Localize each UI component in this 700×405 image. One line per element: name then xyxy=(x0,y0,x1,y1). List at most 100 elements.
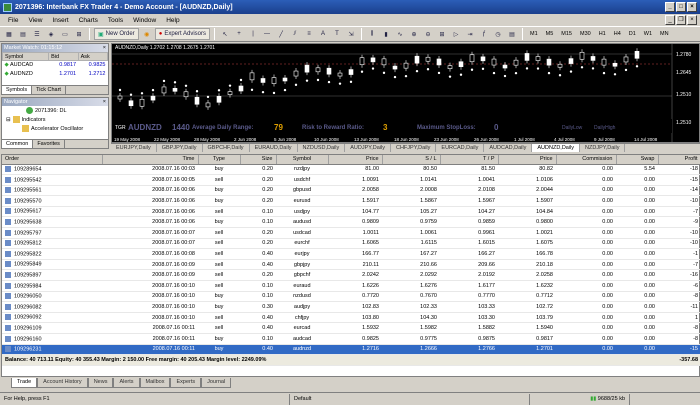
order-row[interactable]: 109296050 2008.07.16 00:10 buy 0.10 nzdusd 0.… xyxy=(2,291,700,303)
menu-window[interactable]: Window xyxy=(128,17,161,24)
order-row[interactable]: 109296092 2008.07.16 00:10 sell 0.40 chfjpy 1… xyxy=(2,312,700,324)
navigator-indicators[interactable]: ⊟ Indicators xyxy=(2,115,108,124)
order-row[interactable]: 109295897 2008.07.16 00:09 sell 0.20 gbpchf 2… xyxy=(2,269,700,282)
cursor-icon[interactable]: ↖ xyxy=(219,28,231,40)
timeframe-h4[interactable]: H4 xyxy=(611,31,624,37)
menu-view[interactable]: View xyxy=(23,17,47,24)
column-header[interactable]: Swap xyxy=(616,155,659,165)
terminal-tab[interactable]: Experts xyxy=(170,378,202,388)
label-icon[interactable]: T xyxy=(331,28,343,40)
minimize-icon[interactable]: _ xyxy=(665,2,675,12)
timeframe-m30[interactable]: M30 xyxy=(577,31,594,37)
menu-charts[interactable]: Charts xyxy=(74,17,103,24)
order-row[interactable]: 109295822 2008.07.16 00:08 sell 0.40 eurjpy 1… xyxy=(2,248,700,260)
chart-tab[interactable]: AUDJPY,Daily xyxy=(345,144,391,152)
order-row[interactable]: 109296109 2008.07.16 00:11 sell 0.40 eurcad 1… xyxy=(2,322,700,334)
tab-favorites[interactable]: Favorites xyxy=(33,140,65,148)
text-icon[interactable]: A xyxy=(317,28,329,40)
timeframe-m15[interactable]: M15 xyxy=(558,31,575,37)
periods-icon[interactable]: ◷ xyxy=(492,28,504,40)
new-chart-icon[interactable]: ▦ xyxy=(3,28,15,40)
arrows-icon[interactable]: ⇲ xyxy=(345,28,357,40)
autoscroll-icon[interactable]: ▷ xyxy=(450,28,462,40)
column-header[interactable]: Time xyxy=(102,155,199,165)
tile-icon[interactable]: ⊞ xyxy=(436,28,448,40)
market-row[interactable]: ◆ AUDNZD 1.2701 1.2712 xyxy=(3,70,108,79)
mdi-minimize-icon[interactable]: _ xyxy=(665,15,675,25)
zoom-in-icon[interactable]: ⊕ xyxy=(408,28,420,40)
tab-tick-chart[interactable]: Tick Chart xyxy=(32,86,66,94)
order-row[interactable]: 109295797 2008.07.16 00:07 sell 0.20 usdcad 1… xyxy=(2,227,700,239)
terminal-tab[interactable]: News xyxy=(87,378,114,388)
timeframe-m5[interactable]: M5 xyxy=(543,31,557,37)
mdi-restore-icon[interactable]: ❐ xyxy=(676,15,686,25)
templates-icon[interactable]: ▤ xyxy=(506,28,518,40)
price-chart[interactable]: AUDNZD,Daily 1.2702 1.2708 1.2675 1.2701… xyxy=(111,43,700,143)
column-header[interactable]: Type xyxy=(198,155,241,165)
navigator-accelerator[interactable]: Accelerator Oscillator xyxy=(2,124,108,133)
mdi-close-icon[interactable]: × xyxy=(687,15,697,25)
horizontal-line-icon[interactable]: — xyxy=(261,28,273,40)
timeframe-mn[interactable]: MN xyxy=(657,31,672,37)
terminal-tab[interactable]: Mailbox xyxy=(139,378,171,388)
order-row[interactable]: 109296231 2008.07.16 00:11 buy 0.40 audnzd 1.… xyxy=(2,344,700,356)
order-row[interactable]: 109296160 2008.07.16 00:11 buy 0.10 audcad 0.… xyxy=(2,333,700,345)
menu-help[interactable]: Help xyxy=(161,17,184,24)
column-header[interactable]: Price xyxy=(498,155,557,165)
order-row[interactable]: 109295617 2008.07.16 00:06 sell 0.10 usdjpy 1… xyxy=(2,206,700,218)
chart-shift-icon[interactable]: ⇥ xyxy=(464,28,476,40)
order-row[interactable]: 109295984 2008.07.16 00:10 sell 0.10 euraud 1… xyxy=(2,280,700,292)
candle-chart-icon[interactable]: ▮ xyxy=(380,28,392,40)
tab-common[interactable]: Common xyxy=(2,140,34,148)
chart-tab[interactable]: AUDCAD,Daily xyxy=(484,144,533,152)
column-header[interactable]: Price xyxy=(328,155,383,165)
timeframe-w1[interactable]: W1 xyxy=(641,31,655,37)
timeframe-h1[interactable]: H1 xyxy=(596,31,609,37)
alert-icon[interactable]: ◉ xyxy=(141,28,153,40)
market-row[interactable]: ◆ AUDCAD 0.9817 0.9825 xyxy=(3,61,108,70)
chart-tab[interactable]: AUDNZD,Daily xyxy=(532,144,581,152)
column-header[interactable]: Bid xyxy=(48,52,79,61)
column-header[interactable]: Commission xyxy=(556,155,617,165)
chart-tab[interactable]: NZDUSD,Daily xyxy=(298,144,346,152)
order-row[interactable]: 109295812 2008.07.16 00:07 sell 0.20 eurchf 1… xyxy=(2,238,700,250)
maximize-icon[interactable]: □ xyxy=(676,2,686,12)
fibonacci-icon[interactable]: ≡ xyxy=(303,28,315,40)
terminal-tab[interactable]: Account History xyxy=(37,378,88,388)
column-header[interactable]: Profit xyxy=(658,155,700,165)
order-row[interactable]: 109295570 2008.07.16 00:06 buy 0.20 eurusd 1.… xyxy=(2,195,700,207)
order-row[interactable]: 109295638 2008.07.16 00:06 buy 0.10 audusd 0.… xyxy=(2,216,700,229)
close-icon[interactable]: × xyxy=(103,98,106,106)
chart-tab[interactable]: EURCAD,Daily xyxy=(436,144,485,152)
channel-icon[interactable]: ⫽ xyxy=(289,28,301,40)
timeframe-m1[interactable]: M1 xyxy=(527,31,541,37)
profiles-icon[interactable]: ▤ xyxy=(17,28,29,40)
zoom-out-icon[interactable]: ⊖ xyxy=(422,28,434,40)
close-icon[interactable]: × xyxy=(103,44,106,52)
menu-file[interactable]: File xyxy=(3,17,23,24)
column-header[interactable]: Symbol xyxy=(1,52,50,61)
trendline-icon[interactable]: ╱ xyxy=(275,28,287,40)
line-chart-icon[interactable]: ∿ xyxy=(394,28,406,40)
column-header[interactable]: Ask xyxy=(77,52,109,61)
tab-symbols[interactable]: Symbols xyxy=(2,86,33,94)
chart-tab[interactable]: GBPCHF,Daily xyxy=(203,144,250,152)
bar-chart-icon[interactable]: ⫼ xyxy=(366,28,378,40)
column-header[interactable]: Size xyxy=(240,155,277,165)
terminal-icon[interactable]: ▭ xyxy=(59,28,71,40)
column-header[interactable]: Order xyxy=(2,155,103,165)
navigator-account[interactable]: 2071396: DL xyxy=(2,106,108,115)
column-header[interactable]: T / P xyxy=(440,155,499,165)
column-header[interactable]: Symbol xyxy=(276,155,329,165)
order-row[interactable]: 109295849 2008.07.16 00:09 sell 0.40 gbpjpy 2… xyxy=(2,259,700,271)
chart-tab[interactable]: GBPJPY,Daily xyxy=(157,144,203,152)
crosshair-icon[interactable]: + xyxy=(233,28,245,40)
chart-tab[interactable]: NZDJPY,Daily xyxy=(580,144,626,152)
indicators-icon[interactable]: ƒ xyxy=(478,28,490,40)
chart-tab[interactable]: CHFJPY,Daily xyxy=(391,144,437,152)
terminal-tab[interactable]: Trade xyxy=(11,378,38,388)
tester-icon[interactable]: ⊞ xyxy=(73,28,85,40)
timeframe-d1[interactable]: D1 xyxy=(626,31,639,37)
terminal-tab[interactable]: Journal xyxy=(201,378,232,388)
chart-tab[interactable]: EURJPY,Daily xyxy=(111,144,157,152)
